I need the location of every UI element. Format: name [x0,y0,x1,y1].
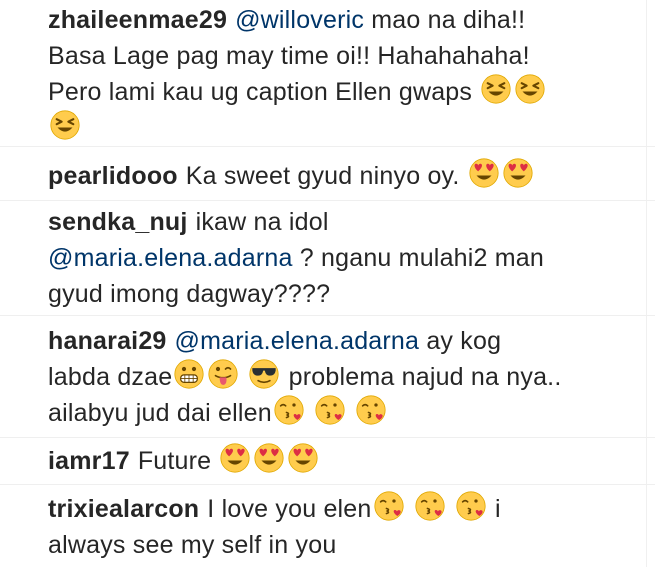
comment-item: hanarai29 @maria.elena.adarna ay kog labd… [0,323,655,431]
comment-text: Future [137,447,212,475]
comment-item: iamr17 Future [0,443,655,479]
squinting-face-icon [515,74,545,104]
kiss-heart-icon [374,491,404,521]
kiss-heart-icon [315,395,345,425]
comment-text: ay kog [426,327,502,355]
comment-line: iamr17 Future [48,443,645,479]
comment-text: problema najud na nya.. [288,363,562,391]
comment-item: trixiealarcon I love you elen i always se… [0,491,655,563]
comment-text: ailabyu jud dai ellen [48,399,272,427]
comment-line: trixiealarcon I love you elen i [48,491,645,527]
comment-line: @maria.elena.adarna ? nganu mulahi2 man [48,240,645,276]
comment-line: ailabyu jud dai ellen [48,395,645,431]
comment-line [48,110,645,146]
comment-username[interactable]: iamr17 [48,447,130,475]
comment-line: gyud imong dagway???? [48,276,645,312]
comment-line: labda dzae problema najud na nya.. [48,359,645,395]
divider [0,437,655,438]
comment-text: i [494,495,501,523]
comment-line: hanarai29 @maria.elena.adarna ay kog [48,323,645,359]
squinting-face-icon [481,74,511,104]
comment-username[interactable]: sendka_nuj [48,208,188,236]
kiss-heart-icon [274,395,304,425]
comment-mention[interactable]: @maria.elena.adarna [48,244,293,272]
comment-text: Pero lami kau ug caption Ellen gwaps [48,78,473,106]
heart-eyes-icon [288,443,318,473]
comment-mention[interactable]: @maria.elena.adarna [175,327,420,355]
comment-line: zhaileenmae29 @willoveric mao na diha!! [48,2,645,38]
comment-text: always see my self in you [48,531,337,559]
grimace-icon [174,359,204,389]
heart-eyes-icon [503,158,533,188]
comment-text: ikaw na idol [195,208,329,236]
divider [0,315,655,316]
comment-line: sendka_nuj ikaw na idol [48,204,645,240]
comment-text: Basa Lage pag may time oi!! Hahahahaha! [48,42,530,70]
comment-text: I love you elen [207,495,372,523]
comment-text: mao na diha!! [371,6,526,34]
comment-text: ? nganu mulahi2 man [299,244,545,272]
comment-line: always see my self in you [48,527,645,563]
kiss-heart-icon [356,395,386,425]
comment-text: Ka sweet gyud ninyo oy. [185,162,460,190]
comment-username[interactable]: trixiealarcon [48,495,199,523]
divider [0,484,655,485]
divider [0,200,655,201]
comment-username[interactable]: hanarai29 [48,327,167,355]
comment-item: pearlidooo Ka sweet gyud ninyo oy. [0,158,655,194]
comment-mention[interactable]: @willoveric [235,6,364,34]
comment-line: Basa Lage pag may time oi!! Hahahahaha! [48,38,645,74]
comment-username[interactable]: pearlidooo [48,162,178,190]
heart-eyes-icon [220,443,250,473]
comment-line: pearlidooo Ka sweet gyud ninyo oy. [48,158,645,194]
tongue-wink-icon [208,359,238,389]
comment-text: gyud imong dagway???? [48,280,331,308]
comment-text: labda dzae [48,363,173,391]
comment-item: sendka_nuj ikaw na idol @maria.elena.adar… [0,204,655,312]
divider [0,146,655,147]
heart-eyes-icon [469,158,499,188]
heart-eyes-icon [254,443,284,473]
sunglasses-icon [249,359,279,389]
comment-username[interactable]: zhaileenmae29 [48,6,227,34]
squinting-face-icon [50,110,80,140]
kiss-heart-icon [456,491,486,521]
comment-item: zhaileenmae29 @willoveric mao na diha!! B… [0,2,655,146]
comment-line: Pero lami kau ug caption Ellen gwaps [48,74,645,110]
kiss-heart-icon [415,491,445,521]
